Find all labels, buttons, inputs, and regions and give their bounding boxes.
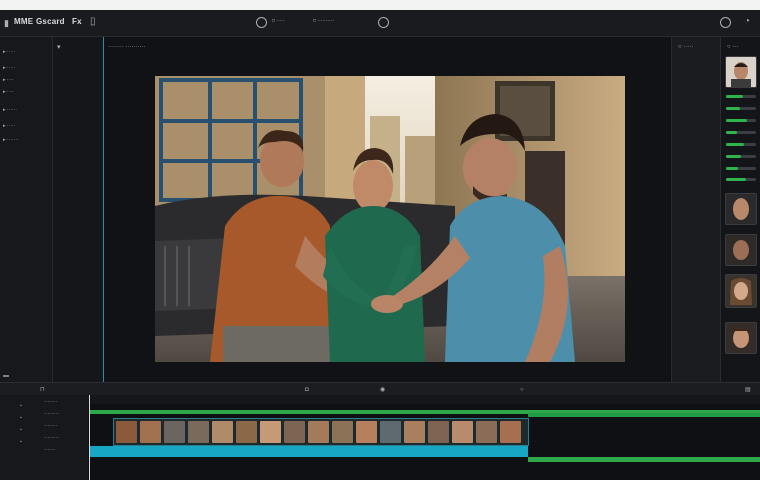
clip-frame-thumb xyxy=(380,421,401,443)
play-icon[interactable] xyxy=(378,17,389,28)
slider-fill xyxy=(726,131,737,134)
video-frame[interactable] xyxy=(155,76,625,362)
clip-frame-thumb xyxy=(308,421,329,443)
playhead[interactable] xyxy=(89,395,90,480)
video-clip[interactable] xyxy=(113,418,529,446)
left-panel-item[interactable]: ▸ ······· xyxy=(3,137,19,143)
track-audio-icon[interactable]: ▪ xyxy=(20,427,22,433)
adjust-slider[interactable] xyxy=(726,95,756,98)
panel-footer-control[interactable] xyxy=(3,375,9,377)
track-label: ········ xyxy=(44,399,58,405)
clip-frame-thumb xyxy=(452,421,473,443)
menu-item-mme[interactable]: MME xyxy=(14,17,33,26)
asset-thumbnail[interactable] xyxy=(725,56,757,88)
clip-frame-thumb xyxy=(140,421,161,443)
left-panel-item[interactable]: ▸ ····· xyxy=(3,49,15,55)
clip-frame-thumb xyxy=(500,421,521,443)
video-frame-image xyxy=(155,76,625,362)
asset-sidebar-title: ○ ··· xyxy=(727,44,739,50)
top-toolbar: ▮ MME Gscard Fx ▯ □ ····· □ ·········· ◔ xyxy=(0,10,760,37)
audio-track-bar[interactable] xyxy=(528,413,760,417)
razor-icon[interactable]: ◘ xyxy=(305,385,309,395)
clip-frame-thumb xyxy=(404,421,425,443)
track-label: ········· xyxy=(44,411,59,417)
slider-fill xyxy=(726,155,741,158)
inspector-panel: ○ ····· xyxy=(671,37,720,382)
asset-thumbnail[interactable] xyxy=(725,322,757,354)
media-browser-panel: ▸ ····· ▸ ····· ▸ ···· ▸ ···· ▸ ······ ▸… xyxy=(0,37,53,382)
adjust-slider[interactable] xyxy=(726,131,756,134)
transport-label-right: □ ·········· xyxy=(313,18,335,24)
layout-icon[interactable]: ▮ xyxy=(4,18,9,28)
track-label: ········· xyxy=(44,435,59,441)
asset-thumbnail[interactable] xyxy=(725,274,757,308)
track-headers: ▪ ········ ▪ ········· ▪ ········ ▪ ····… xyxy=(0,395,89,480)
left-panel-item[interactable]: ▸ ····· xyxy=(3,65,15,71)
snap-icon[interactable]: ⊓ xyxy=(40,385,45,395)
adjust-slider[interactable] xyxy=(726,167,756,170)
slider-fill xyxy=(726,119,747,122)
track-label: ······· xyxy=(44,447,56,453)
clip-frame-thumb xyxy=(116,421,137,443)
viewer-title: ········ ·········· xyxy=(108,44,146,50)
clip-frame-thumb xyxy=(332,421,353,443)
asset-thumbnail[interactable] xyxy=(725,234,757,266)
window-top-edge xyxy=(0,0,760,10)
track-mute-icon[interactable]: ▪ xyxy=(20,439,22,445)
clip-frame-thumb xyxy=(188,421,209,443)
audio-track-bar[interactable] xyxy=(528,457,760,462)
inspector-title: ○ ····· xyxy=(678,44,694,50)
slider-fill xyxy=(726,167,738,170)
clip-frame-thumb xyxy=(428,421,449,443)
adjust-slider[interactable] xyxy=(726,155,756,158)
clip-frame-thumb xyxy=(236,421,257,443)
timeline-toolbar: ⊓ ◘ ◉ ○ ▤ xyxy=(0,382,760,395)
timeline-ruler[interactable] xyxy=(88,395,760,404)
asset-thumbnail[interactable] xyxy=(725,193,757,225)
adjust-slider[interactable] xyxy=(726,119,756,122)
adjust-slider[interactable] xyxy=(726,178,756,181)
slider-fill xyxy=(726,143,744,146)
zoom-icon[interactable]: ○ xyxy=(520,385,524,395)
menu-item-fx[interactable]: Fx xyxy=(72,17,82,26)
slider-fill xyxy=(726,95,743,98)
clip-frame-thumb xyxy=(212,421,233,443)
left-panel-item[interactable]: ▸ ······ xyxy=(3,107,17,113)
left-panel-item[interactable]: ▸ ···· xyxy=(3,77,14,83)
clip-frame-thumb xyxy=(260,421,281,443)
menu-item-gscard[interactable]: Gscard xyxy=(36,17,65,26)
track-lock-icon[interactable]: ▪ xyxy=(20,403,22,409)
panel-toggle-icon[interactable]: ▯ xyxy=(90,17,96,27)
adjust-slider[interactable] xyxy=(726,107,756,110)
left-panel-item[interactable]: ▸ ···· xyxy=(3,89,14,95)
left-panel-item[interactable]: ▸ ····· xyxy=(3,123,15,129)
clip-frame-thumb xyxy=(284,421,305,443)
slider-fill xyxy=(726,107,740,110)
effects-panel: ▾ xyxy=(53,37,104,382)
help-icon[interactable] xyxy=(720,17,731,28)
settings-icon[interactable]: ◔ xyxy=(744,17,750,27)
marker-icon[interactable]: ◉ xyxy=(380,385,385,395)
timeline-settings-icon[interactable]: ▤ xyxy=(745,385,751,395)
clip-frame-thumb xyxy=(476,421,497,443)
chevron-down-icon[interactable]: ▾ xyxy=(57,43,61,53)
clip-frame-thumb xyxy=(356,421,377,443)
adjust-slider[interactable] xyxy=(726,143,756,146)
transport-label-left: □ ····· xyxy=(272,18,285,24)
clip-frame-thumb xyxy=(164,421,185,443)
record-icon[interactable] xyxy=(256,17,267,28)
slider-fill xyxy=(726,178,746,181)
track-label: ········ xyxy=(44,423,58,429)
selected-track-bar[interactable] xyxy=(90,446,528,457)
track-eye-icon[interactable]: ▪ xyxy=(20,415,22,421)
